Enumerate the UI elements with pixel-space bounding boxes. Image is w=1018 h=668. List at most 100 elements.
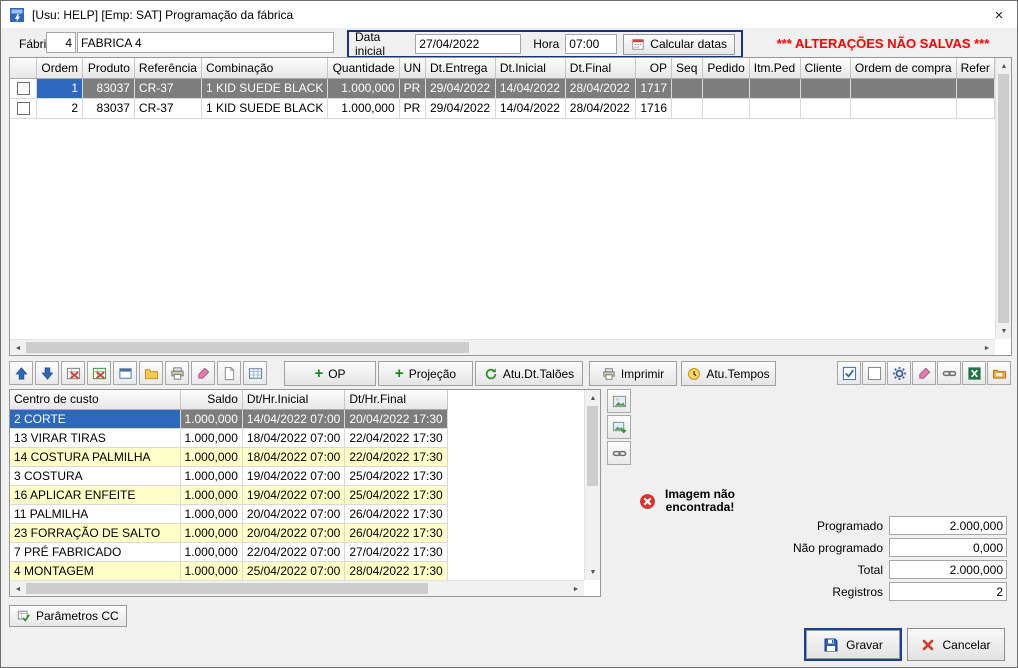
cell-pedido[interactable] xyxy=(703,78,749,98)
scroll-down-arrow[interactable] xyxy=(996,323,1012,339)
settings-button[interactable] xyxy=(887,361,911,385)
order-row[interactable]: 1 83037 CR-37 1 KID SUEDE BLACK 1.000,00… xyxy=(10,78,995,98)
cell-dthr-inicial[interactable]: 14/04/2022 07:00 xyxy=(242,409,344,428)
print-report-button[interactable] xyxy=(165,361,189,385)
cost-center-row[interactable]: 3 COSTURA 1.000,000 19/04/2022 07:00 25/… xyxy=(10,466,447,485)
cost-center-row[interactable]: 7 PRÉ FABRICADO 1.000,000 22/04/2022 07:… xyxy=(10,542,447,561)
scroll-up-arrow[interactable] xyxy=(996,58,1012,74)
move-down-button[interactable] xyxy=(35,361,59,385)
cell-dthr-final[interactable]: 20/04/2022 17:30 xyxy=(345,409,447,428)
cell-centro[interactable]: 13 VIRAR TIRAS xyxy=(10,428,180,447)
export-excel-button[interactable] xyxy=(962,361,986,385)
cell-dt-entrega[interactable]: 29/04/2022 xyxy=(426,78,496,98)
atu-dt-taloes-button[interactable]: Atu.Dt.Talões xyxy=(475,361,583,386)
open-folder-button[interactable] xyxy=(139,361,163,385)
col-header-refer[interactable]: Refer xyxy=(956,58,994,78)
cell-saldo[interactable]: 1.000,000 xyxy=(180,447,242,466)
cell-dthr-inicial[interactable]: 19/04/2022 07:00 xyxy=(242,485,344,504)
cell-dthr-inicial[interactable]: 18/04/2022 07:00 xyxy=(242,447,344,466)
cell-dthr-final[interactable]: 26/04/2022 17:30 xyxy=(345,523,447,542)
scroll-up-arrow[interactable] xyxy=(585,390,601,406)
cell-centro[interactable]: 23 FORRAÇÃO DE SALTO xyxy=(10,523,180,542)
cell-saldo[interactable]: 1.000,000 xyxy=(180,428,242,447)
cell-dt-inicial[interactable]: 14/04/2022 xyxy=(495,78,565,98)
cell-dthr-final[interactable]: 26/04/2022 17:30 xyxy=(345,504,447,523)
cell-centro[interactable]: 3 COSTURA xyxy=(10,466,180,485)
cell-centro[interactable]: 4 MONTAGEM xyxy=(10,561,180,580)
cost-center-row[interactable]: 11 PALMILHA 1.000,000 20/04/2022 07:00 2… xyxy=(10,504,447,523)
cell-saldo[interactable]: 1.000,000 xyxy=(180,542,242,561)
move-up-button[interactable] xyxy=(9,361,33,385)
calcular-datas-button[interactable]: Calcular datas xyxy=(623,34,735,55)
col-header-itm-ped[interactable]: Itm.Ped xyxy=(749,58,800,78)
cell-dthr-final[interactable]: 28/04/2022 17:30 xyxy=(345,561,447,580)
cell-centro[interactable]: 11 PALMILHA xyxy=(10,504,180,523)
show-grid-button[interactable] xyxy=(243,361,267,385)
col-header-dt-entrega[interactable]: Dt.Entrega xyxy=(426,58,496,78)
cell-dt-final[interactable]: 28/04/2022 xyxy=(565,78,635,98)
cell-dt-entrega[interactable]: 29/04/2022 xyxy=(426,98,496,118)
cell-referencia[interactable]: CR-37 xyxy=(134,78,201,98)
scroll-down-arrow[interactable] xyxy=(585,564,601,580)
atu-tempos-button[interactable]: Atu.Tempos xyxy=(681,361,776,386)
cell-combinacao[interactable]: 1 KID SUEDE BLACK xyxy=(201,78,327,98)
close-button[interactable]: × xyxy=(981,1,1017,29)
cell-itm-ped[interactable] xyxy=(749,98,800,118)
cell-saldo[interactable]: 1.000,000 xyxy=(180,504,242,523)
scroll-left-arrow[interactable] xyxy=(10,340,26,356)
cell-dthr-final[interactable]: 25/04/2022 17:30 xyxy=(345,485,447,504)
cost-center-row[interactable]: 4 MONTAGEM 1.000,000 25/04/2022 07:00 28… xyxy=(10,561,447,580)
image-preview-button[interactable] xyxy=(607,389,631,413)
col-header-ordem-compra[interactable]: Ordem de compra xyxy=(850,58,956,78)
cell-saldo[interactable]: 1.000,000 xyxy=(180,409,242,428)
add-projecao-button[interactable]: +Projeção xyxy=(378,361,473,386)
data-inicial-field[interactable] xyxy=(415,34,521,54)
col-header-op[interactable]: OP xyxy=(635,58,671,78)
cell-dthr-inicial[interactable]: 20/04/2022 07:00 xyxy=(242,504,344,523)
col-header-seq[interactable]: Seq xyxy=(672,58,703,78)
col-header-dt-inicial[interactable]: Dt.Inicial xyxy=(495,58,565,78)
cell-dt-inicial[interactable]: 14/04/2022 xyxy=(495,98,565,118)
col-header-referencia[interactable]: Referência xyxy=(134,58,201,78)
cell-combinacao[interactable]: 1 KID SUEDE BLACK xyxy=(201,98,327,118)
scroll-right-arrow[interactable] xyxy=(979,340,995,356)
cell-un[interactable]: PR xyxy=(399,78,425,98)
cell-centro[interactable]: 7 PRÉ FABRICADO xyxy=(10,542,180,561)
cell-saldo[interactable]: 1.000,000 xyxy=(180,466,242,485)
cost-centers-v-scrollbar[interactable] xyxy=(584,390,600,580)
cell-centro[interactable]: 14 COSTURA PALMILHA xyxy=(10,447,180,466)
cell-ordem-compra[interactable] xyxy=(850,98,956,118)
cell-un[interactable]: PR xyxy=(399,98,425,118)
parametros-cc-button[interactable]: Parâmetros CC xyxy=(9,605,127,627)
cell-op[interactable]: 1716 xyxy=(635,98,671,118)
col-header-cliente[interactable]: Cliente xyxy=(800,58,850,78)
cell-saldo[interactable]: 1.000,000 xyxy=(180,561,242,580)
scroll-thumb[interactable] xyxy=(26,342,469,353)
cell-dt-final[interactable]: 28/04/2022 xyxy=(565,98,635,118)
cell-dthr-inicial[interactable]: 20/04/2022 07:00 xyxy=(242,523,344,542)
imprimir-button[interactable]: Imprimir xyxy=(589,361,677,386)
cost-center-row[interactable]: 14 COSTURA PALMILHA 1.000,000 18/04/2022… xyxy=(10,447,447,466)
cell-cliente[interactable] xyxy=(800,78,850,98)
cell-dthr-inicial[interactable]: 22/04/2022 07:00 xyxy=(242,542,344,561)
uncheck-all-button[interactable] xyxy=(862,361,886,385)
new-page-button[interactable] xyxy=(217,361,241,385)
scroll-thumb[interactable] xyxy=(998,74,1009,323)
order-row[interactable]: 2 83037 CR-37 1 KID SUEDE BLACK 1.000,00… xyxy=(10,98,995,118)
col-header-dthr-final[interactable]: Dt/Hr.Final xyxy=(345,390,447,409)
hora-field[interactable] xyxy=(565,34,617,54)
col-header-dthr-inicial[interactable]: Dt/Hr.Inicial xyxy=(242,390,344,409)
scroll-right-arrow[interactable] xyxy=(568,581,584,597)
orders-h-scrollbar[interactable] xyxy=(10,339,995,355)
cell-ordem-compra[interactable] xyxy=(850,78,956,98)
cell-dthr-final[interactable]: 25/04/2022 17:30 xyxy=(345,466,447,485)
cell-op[interactable]: 1717 xyxy=(635,78,671,98)
cell-quantidade[interactable]: 1.000,000 xyxy=(328,98,399,118)
cost-center-row[interactable]: 2 CORTE 1.000,000 14/04/2022 07:00 20/04… xyxy=(10,409,447,428)
col-header-pedido[interactable]: Pedido xyxy=(703,58,749,78)
cell-refer[interactable] xyxy=(956,78,994,98)
cell-ordem[interactable]: 2 xyxy=(37,98,83,118)
cell-ordem[interactable]: 1 xyxy=(37,78,83,98)
cell-seq[interactable] xyxy=(672,78,703,98)
cost-center-row[interactable]: 16 APLICAR ENFEITE 1.000,000 19/04/2022 … xyxy=(10,485,447,504)
